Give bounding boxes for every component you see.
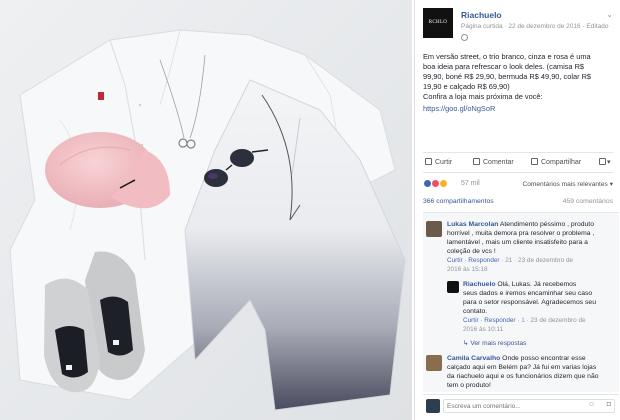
share-icon xyxy=(531,158,538,165)
post-text-line: 99,90, boné R$ 29,90, bermuda R$ 49,90, … xyxy=(423,72,592,81)
comments-section: Lukas Marcolan Atendimento péssimo , pro… xyxy=(423,212,619,392)
post-text-line: Em versão street, o trio branco, cinza e… xyxy=(423,52,591,61)
comments-count[interactable]: 459 comentários xyxy=(563,198,613,205)
post-panel: RCHLO Riachuelo Página curtida · 22 de d… xyxy=(414,0,620,420)
comment-meta: · 1 · 23 de dezembro de xyxy=(515,317,586,324)
comment-label: Comentar xyxy=(483,159,514,166)
like-button[interactable]: Curtir xyxy=(425,158,452,166)
comment-actions[interactable]: Curtir · Responder xyxy=(447,257,500,264)
avatar[interactable] xyxy=(426,221,442,237)
comment-composer: ☺ ◘ xyxy=(423,394,619,416)
comment-text: calçado aqui em Belém pa? Já fui em vari… xyxy=(447,364,597,371)
post-text-line: 19,90 e calçado R$ 69,90) xyxy=(423,82,510,91)
more-replies-label: Ver mais respostas xyxy=(470,340,527,347)
reactions-bar: 57 mil Comentários mais relevantes ▾ xyxy=(423,172,613,194)
comment-icon xyxy=(473,158,480,165)
avatar[interactable] xyxy=(426,355,442,371)
post-action-bar: Curtir Comentar Compartilhar ▾ xyxy=(423,152,613,170)
reply: Riachuelo Olá, Lukas. Já recebemos seus … xyxy=(463,280,617,334)
comment-text: horrível , muita demora pra resolver o p… xyxy=(447,230,595,237)
comment-button[interactable]: Comentar xyxy=(473,158,514,166)
comment-meta: 2016 às 10:11 xyxy=(463,326,504,333)
reactions-count[interactable]: 57 mil xyxy=(461,180,480,187)
post-meta: Página curtida · 22 de dezembro de 2016 … xyxy=(461,23,609,30)
comment-text: seus dados e iremos encaminhar seu caso xyxy=(463,290,593,297)
comment-text: contato. xyxy=(463,308,488,315)
wow-reaction-icon[interactable] xyxy=(439,179,448,188)
globe-icon xyxy=(461,34,468,41)
share-button[interactable]: Compartilhar xyxy=(531,158,581,166)
comment-author[interactable]: Lukas Marcolan xyxy=(447,221,498,228)
photo-icon xyxy=(599,158,606,165)
avatar xyxy=(426,399,440,413)
comment-author[interactable]: Riachuelo xyxy=(463,281,495,288)
post-text: Em versão street, o trio branco, cinza e… xyxy=(423,52,613,102)
comment: Lukas Marcolan Atendimento péssimo , pro… xyxy=(447,220,617,274)
like-label: Curtir xyxy=(435,159,453,166)
comment-actions[interactable]: Curtir · Responder xyxy=(463,317,516,324)
comment-text: Atendimento péssimo , produto xyxy=(499,221,594,228)
comment-meta: · 21 · 23 de dezembro de xyxy=(499,257,574,264)
post-text-line: Confira a loja mais próxima de você: xyxy=(423,92,543,101)
shares-count[interactable]: 366 compartilhamentos xyxy=(423,198,494,205)
camera-icon[interactable]: ◘ xyxy=(607,401,611,408)
comment-text: lamentável , mais um cliente insatisfeit… xyxy=(447,239,588,246)
post-header: RCHLO Riachuelo Página curtida · 22 de d… xyxy=(423,8,613,48)
comment-author[interactable]: Camila Carvalho xyxy=(447,355,500,362)
emoji-icon[interactable]: ☺ xyxy=(588,401,595,408)
post-photo[interactable] xyxy=(0,0,412,420)
comment-text: da riachuelo aqui e os funcionários dize… xyxy=(447,373,599,380)
share-label: Compartilhar xyxy=(541,159,582,166)
comment-text: tem o produto! xyxy=(447,382,491,389)
avatar[interactable] xyxy=(447,281,459,293)
comment: Camila Carvalho Onde posso encontrar ess… xyxy=(447,354,617,390)
post-text-line: boa ideia para refrescar o look deles. (… xyxy=(423,62,585,71)
post-options-icon[interactable]: ⌄ xyxy=(606,10,613,19)
comment-text: coleção de vcs ! xyxy=(447,248,496,255)
comment-text: Onde posso encontrar esse xyxy=(502,355,586,362)
chevron-down-icon: ▾ xyxy=(607,159,611,166)
thumbs-up-icon xyxy=(425,158,432,165)
page-avatar[interactable]: RCHLO xyxy=(423,8,453,38)
post-link[interactable]: https://goo.gl/oNgSoR xyxy=(423,104,495,113)
flatlay-illustration xyxy=(0,0,412,420)
more-replies-link[interactable]: ↳ Ver mais respostas xyxy=(463,339,526,348)
comment-text: para o setor responsável. Agradecemos se… xyxy=(463,299,596,306)
comment-text: Olá, Lukas. Já recebemos xyxy=(497,281,577,288)
audience-selector[interactable]: ▾ xyxy=(599,158,611,166)
comment-meta: 2016 às 15:18 xyxy=(447,266,488,273)
page-name-link[interactable]: Riachuelo xyxy=(461,10,502,20)
comment-sort-dropdown[interactable]: Comentários mais relevantes ▾ xyxy=(522,180,613,188)
